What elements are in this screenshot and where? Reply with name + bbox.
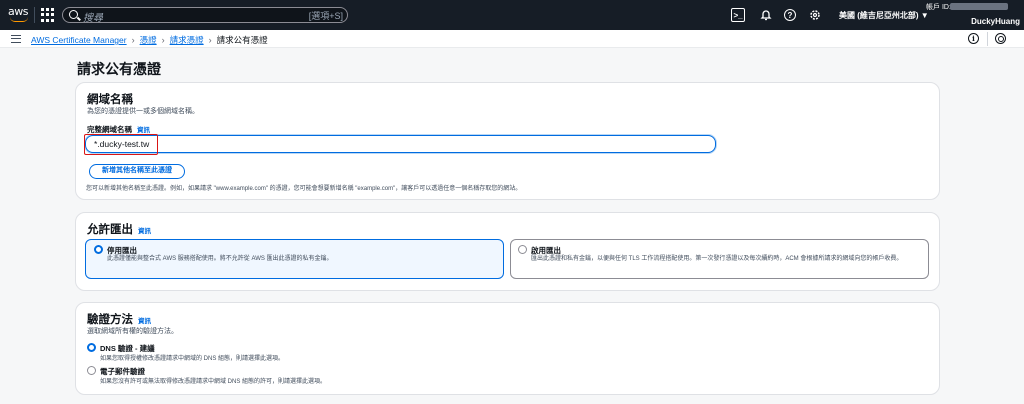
terminal-icon[interactable]: >_ — [731, 8, 745, 22]
email-validation-radio[interactable] — [87, 366, 96, 375]
export-section-title: 允許匯出 資訊 — [87, 221, 151, 237]
disable-export-tile[interactable]: 停用匯出 此憑證僅能與整合式 AWS 服務搭配使用。將不允許從 AWS 匯出此憑… — [85, 239, 504, 279]
page-title: 請求公有憑證 — [77, 61, 161, 77]
domain-name-input[interactable]: *.ducky-test.tw — [85, 135, 716, 153]
domain-section-title: 網域名稱 — [87, 94, 133, 106]
enable-export-radio[interactable] — [518, 245, 527, 254]
account-username: DuckyHuang — [971, 17, 1020, 26]
grid-icon[interactable] — [41, 8, 55, 22]
aws-smile-icon — [10, 17, 28, 22]
account-id-label: 帳戶 ID: — [926, 4, 951, 11]
account-id-redacted — [950, 3, 1008, 10]
chevron-right-icon: › — [161, 35, 165, 45]
search-input[interactable]: 搜尋 [選項+S] — [62, 7, 348, 24]
domain-section-description: 為您的憑證提供一或多個網域名稱。 — [87, 108, 199, 115]
email-validation-description: 如果您沒有許可或無法取得修改憑證請求中網域 DNS 組態的許可，則請選擇此選項。 — [100, 379, 327, 385]
dns-validation-description: 如果您取得授權修改憑證請求中網域的 DNS 組態，則請選擇此選項。 — [100, 356, 285, 362]
gear-icon[interactable] — [808, 8, 822, 22]
menu-icon[interactable] — [11, 35, 21, 43]
validation-info-link[interactable]: 資訊 — [138, 318, 151, 325]
region-selector[interactable]: 美國 (維吉尼亞州北部) ▼ — [839, 10, 929, 21]
breadcrumb-current: 請求公有憑證 — [216, 35, 268, 45]
top-navigation-bar: aws 搜尋 [選項+S] >_ ? 美國 (維吉尼亞州北部) ▼ 帳戶 ID:… — [0, 0, 1024, 30]
search-shortcut: [選項+S] — [308, 11, 343, 21]
validation-section-title-text: 驗證方法 — [87, 314, 133, 326]
settings-icon[interactable] — [995, 33, 1006, 44]
validation-section-description: 選取網域所有權的驗證方法。 — [87, 328, 178, 335]
chevron-right-icon: › — [131, 35, 135, 45]
highlight-annotation — [84, 134, 158, 155]
enable-export-tile[interactable]: 啟用匯出 匯出此憑證和私有金鑰，以便與任何 TLS 工作流程搭配使用。第一次發行… — [510, 239, 929, 279]
breadcrumb-acm[interactable]: AWS Certificate Manager — [31, 35, 127, 45]
validation-section-title: 驗證方法 資訊 — [87, 311, 151, 327]
domain-info-link[interactable]: 資訊 — [137, 127, 150, 134]
bell-icon[interactable] — [759, 8, 773, 22]
breadcrumb-request-certificate[interactable]: 請求憑證 — [170, 34, 204, 46]
domain-field-label-text: 完整網域名稱 — [87, 125, 132, 134]
chevron-right-icon: › — [208, 35, 212, 45]
export-section-title-text: 允許匯出 — [87, 224, 133, 236]
dns-validation-radio[interactable] — [87, 343, 96, 352]
export-info-link[interactable]: 資訊 — [138, 228, 151, 235]
disable-export-radio[interactable] — [94, 245, 103, 254]
nav-divider — [34, 7, 35, 23]
breadcrumb-certificates[interactable]: 憑證 — [140, 34, 157, 46]
breadcrumb: AWS Certificate Manager › 憑證 › 請求憑證 › 請求… — [31, 34, 268, 46]
breadcrumb-bar: AWS Certificate Manager › 憑證 › 請求憑證 › 請求… — [0, 30, 1024, 48]
search-placeholder: 搜尋 — [83, 13, 103, 24]
help-icon[interactable]: ? — [784, 9, 796, 21]
divider — [987, 32, 988, 46]
account-menu[interactable]: 帳戶 ID: DuckyHuang — [918, 0, 1024, 30]
add-another-name-button[interactable]: 新增其他名稱至此憑證 — [89, 164, 185, 179]
aws-logo-text: aws — [8, 5, 28, 18]
disable-export-description: 此憑證僅能與整合式 AWS 服務搭配使用。將不允許從 AWS 匯出此憑證的私有金… — [107, 256, 333, 262]
info-icon[interactable]: i — [968, 33, 979, 44]
add-name-hint: 您可以新增其他名稱至此憑證。例如，如果請求 "www.example.com" … — [86, 186, 522, 192]
enable-export-description: 匯出此憑證和私有金鑰，以便與任何 TLS 工作流程搭配使用。第一次發行憑證以及每… — [531, 256, 903, 262]
search-icon — [69, 10, 78, 19]
aws-logo[interactable]: aws — [8, 6, 32, 24]
